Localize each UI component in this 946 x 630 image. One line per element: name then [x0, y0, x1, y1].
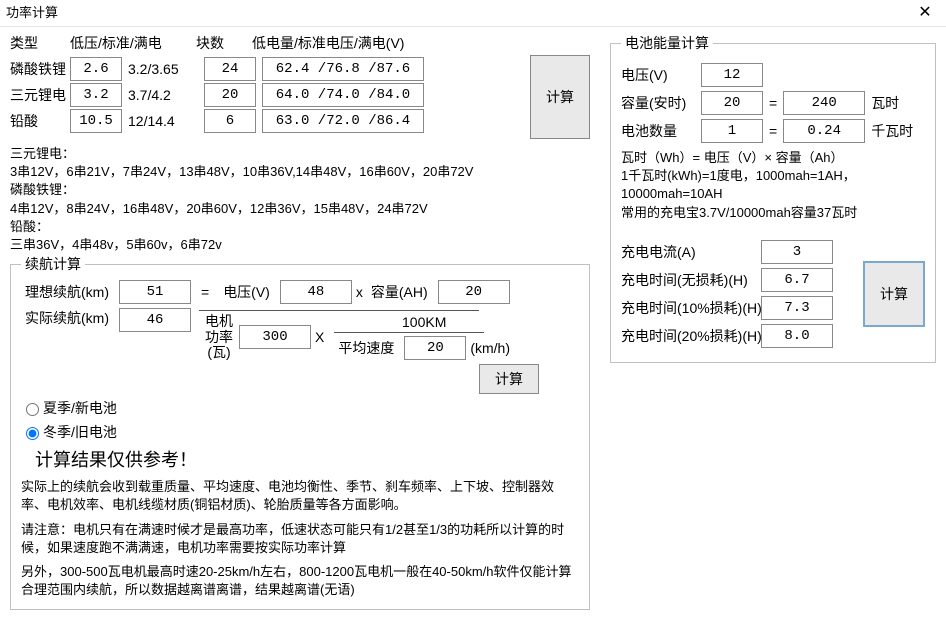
- cell-volt-low-input[interactable]: [70, 83, 122, 107]
- volt-input[interactable]: [280, 280, 352, 304]
- energy-info: 瓦时（Wh）= 电压（V）× 容量（Ah） 1千瓦时(kWh)=1度电，1000…: [621, 149, 925, 222]
- e-qty-label: 电池数量: [621, 121, 701, 141]
- result-hint: 计算结果仅供参考！: [35, 446, 579, 472]
- radio-summer[interactable]: 夏季/新电池: [21, 398, 117, 418]
- cell-voltstr-input[interactable]: [262, 83, 424, 107]
- range-note-1: 实际上的续航会收到载重质量、平均速度、电池均衡性、季节、刹车频率、上下坡、控制器…: [21, 478, 579, 514]
- ideal-range-label: 理想续航(km): [25, 282, 115, 302]
- close-icon[interactable]: ✕: [910, 0, 940, 26]
- range-legend: 续航计算: [21, 254, 85, 274]
- calc-top-button[interactable]: 计算: [530, 55, 590, 139]
- cell-blocks-input[interactable]: [204, 109, 256, 133]
- table-row: 三元锂电 3.7/4.2: [10, 83, 524, 107]
- range-group: 续航计算 理想续航(km) = 电压(V) x 容量(AH) 实际续航(km): [10, 254, 590, 610]
- cell-voltstr-input[interactable]: [262, 109, 424, 133]
- ideal-range-input[interactable]: [119, 280, 191, 304]
- cell-voltstr-input[interactable]: [262, 57, 424, 81]
- kwh-unit: 千瓦时: [871, 121, 913, 141]
- cell-volt-low-input[interactable]: [70, 109, 122, 133]
- cap-label: 容量(AH): [371, 282, 428, 302]
- charge-time10-output[interactable]: [761, 296, 833, 320]
- table-row: 磷酸铁锂 3.2/3.65: [10, 57, 524, 81]
- cell-blocks-input[interactable]: [204, 57, 256, 81]
- e-kwh-output[interactable]: [783, 119, 865, 143]
- window-title: 功率计算: [6, 0, 58, 26]
- motor-power-label: 电机 功率 (瓦): [205, 314, 233, 360]
- volt-label: 电压(V): [223, 282, 270, 302]
- actual-range-input[interactable]: [119, 308, 191, 332]
- energy-group: 电池能量计算 电压(V) 容量(安时) = 瓦时 电池数量 = 千瓦时 瓦时（W: [610, 33, 936, 363]
- range-note-3: 另外，300-500瓦电机最高时速20-25km/h左右，800-1200瓦电机…: [21, 563, 579, 599]
- cell-blocks-input[interactable]: [204, 83, 256, 107]
- motor-power-input[interactable]: [239, 325, 311, 349]
- avg-speed-input[interactable]: [404, 336, 466, 360]
- calc-range-button[interactable]: 计算: [479, 364, 539, 394]
- grid-header: 类型 低压/标准/满电 块数 低电量/标准电压/满电(V): [10, 33, 590, 53]
- cell-volt-low-input[interactable]: [70, 57, 122, 81]
- charge-current-label: 充电电流(A): [621, 242, 761, 262]
- cap-input[interactable]: [438, 280, 510, 304]
- e-wh-output[interactable]: [783, 91, 865, 115]
- wh-unit: 瓦时: [871, 93, 899, 113]
- charge-current-input[interactable]: [761, 240, 833, 264]
- charge-time0-output[interactable]: [761, 268, 833, 292]
- e-volt-label: 电压(V): [621, 65, 701, 85]
- table-row: 铅酸 12/14.4: [10, 109, 524, 133]
- e-cap-input[interactable]: [701, 91, 763, 115]
- fraction-line: [199, 310, 479, 312]
- e-cap-label: 容量(安时): [621, 93, 701, 113]
- radio-winter[interactable]: 冬季/旧电池: [21, 422, 117, 442]
- actual-range-label: 实际续航(km): [25, 308, 115, 328]
- calc-energy-button[interactable]: 计算: [863, 261, 925, 327]
- range-note-2: 请注意：电机只有在满速时候才是最高功率，低速状态可能只有1/2甚至1/3的功耗所…: [21, 521, 579, 557]
- per-100km-label: 100KM: [334, 314, 514, 330]
- charge-time20-label: 充电时间(20%损耗)(H): [621, 326, 761, 346]
- e-volt-input[interactable]: [701, 63, 763, 87]
- energy-legend: 电池能量计算: [621, 33, 713, 53]
- charge-time0-label: 充电时间(无损耗)(H): [621, 270, 761, 290]
- e-qty-input[interactable]: [701, 119, 763, 143]
- charge-time10-label: 充电时间(10%损耗)(H): [621, 298, 761, 318]
- series-notes: 三元锂电： 3串12V，6串21V，7串24V，13串48V，10串36V,14…: [10, 145, 590, 254]
- avg-speed-label: 平均速度: [338, 338, 394, 358]
- charge-time20-output[interactable]: [761, 324, 833, 348]
